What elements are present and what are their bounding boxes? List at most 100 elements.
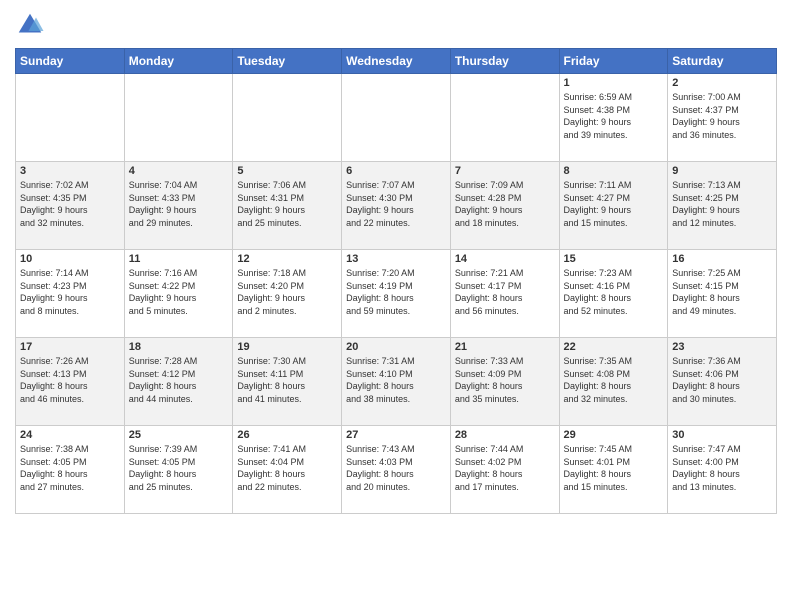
day-number: 18 [129, 341, 229, 353]
day-number: 2 [672, 77, 772, 89]
calendar-week-row: 3Sunrise: 7:02 AM Sunset: 4:35 PM Daylig… [16, 162, 777, 250]
day-number: 3 [20, 165, 120, 177]
day-info: Sunrise: 7:41 AM Sunset: 4:04 PM Dayligh… [237, 443, 337, 493]
day-info: Sunrise: 7:25 AM Sunset: 4:15 PM Dayligh… [672, 267, 772, 317]
calendar-cell: 23 Sunrise: 7:36 AM Sunset: 4:06 PM Dayli… [668, 338, 777, 426]
calendar-cell: 5 Sunrise: 7:06 AM Sunset: 4:31 PM Daylig… [233, 162, 342, 250]
day-number: 27 [346, 429, 446, 441]
day-number: 1 [564, 77, 664, 89]
day-info: Sunrise: 7:28 AM Sunset: 4:12 PM Dayligh… [129, 355, 229, 405]
calendar-cell: 27 Sunrise: 7:43 AM Sunset: 4:03 PM Dayli… [342, 426, 451, 514]
day-info: Sunrise: 7:31 AM Sunset: 4:10 PM Dayligh… [346, 355, 446, 405]
page: SundayMondayTuesdayWednesdayThursdayFrid… [0, 0, 792, 612]
day-info: Sunrise: 7:38 AM Sunset: 4:05 PM Dayligh… [20, 443, 120, 493]
day-number: 7 [455, 165, 555, 177]
day-number: 11 [129, 253, 229, 265]
day-info: Sunrise: 7:00 AM Sunset: 4:37 PM Dayligh… [672, 91, 772, 141]
day-info: Sunrise: 7:16 AM Sunset: 4:22 PM Dayligh… [129, 267, 229, 317]
calendar-cell: 26Sunrise: 7:41 AM Sunset: 4:04 PM Dayli… [233, 426, 342, 514]
day-info: Sunrise: 7:44 AM Sunset: 4:02 PM Dayligh… [455, 443, 555, 493]
calendar-cell: 18 Sunrise: 7:28 AM Sunset: 4:12 PM Dayli… [124, 338, 233, 426]
calendar-cell [450, 74, 559, 162]
day-info: Sunrise: 7:18 AM Sunset: 4:20 PM Dayligh… [237, 267, 337, 317]
calendar-cell: 24 Sunrise: 7:38 AM Sunset: 4:05 PM Dayli… [16, 426, 125, 514]
day-number: 23 [672, 341, 772, 353]
calendar-cell: 14 Sunrise: 7:21 AM Sunset: 4:17 PM Dayli… [450, 250, 559, 338]
calendar-cell: 6 Sunrise: 7:07 AM Sunset: 4:30 PM Daylig… [342, 162, 451, 250]
day-number: 20 [346, 341, 446, 353]
day-number: 6 [346, 165, 446, 177]
calendar-cell: 19 Sunrise: 7:30 AM Sunset: 4:11 PM Dayli… [233, 338, 342, 426]
calendar-cell: 9 Sunrise: 7:13 AM Sunset: 4:25 PM Daylig… [668, 162, 777, 250]
day-info: Sunrise: 7:14 AM Sunset: 4:23 PM Dayligh… [20, 267, 120, 317]
calendar-cell: 16 Sunrise: 7:25 AM Sunset: 4:15 PM Dayli… [668, 250, 777, 338]
calendar-cell [233, 74, 342, 162]
day-number: 9 [672, 165, 772, 177]
calendar-cell [342, 74, 451, 162]
day-number: 21 [455, 341, 555, 353]
calendar-day-header: Thursday [450, 49, 559, 74]
calendar-cell: 28 Sunrise: 7:44 AM Sunset: 4:02 PM Dayli… [450, 426, 559, 514]
day-number: 29 [564, 429, 664, 441]
day-info: Sunrise: 7:11 AM Sunset: 4:27 PM Dayligh… [564, 179, 664, 229]
calendar-day-header: Sunday [16, 49, 125, 74]
day-info: Sunrise: 7:06 AM Sunset: 4:31 PM Dayligh… [237, 179, 337, 229]
day-info: Sunrise: 7:35 AM Sunset: 4:08 PM Dayligh… [564, 355, 664, 405]
day-info: Sunrise: 7:26 AM Sunset: 4:13 PM Dayligh… [20, 355, 120, 405]
calendar-day-header: Tuesday [233, 49, 342, 74]
calendar-day-header: Saturday [668, 49, 777, 74]
day-info: Sunrise: 7:36 AM Sunset: 4:06 PM Dayligh… [672, 355, 772, 405]
day-number: 17 [20, 341, 120, 353]
calendar-cell: 11 Sunrise: 7:16 AM Sunset: 4:22 PM Dayli… [124, 250, 233, 338]
calendar-cell: 22Sunrise: 7:35 AM Sunset: 4:08 PM Dayli… [559, 338, 668, 426]
day-info: Sunrise: 7:13 AM Sunset: 4:25 PM Dayligh… [672, 179, 772, 229]
day-info: Sunrise: 7:43 AM Sunset: 4:03 PM Dayligh… [346, 443, 446, 493]
day-info: Sunrise: 7:21 AM Sunset: 4:17 PM Dayligh… [455, 267, 555, 317]
calendar-cell: 10 Sunrise: 7:14 AM Sunset: 4:23 PM Dayli… [16, 250, 125, 338]
logo-icon [15, 10, 45, 40]
calendar-cell: 1 Sunrise: 6:59 AM Sunset: 4:38 PM Daylig… [559, 74, 668, 162]
day-number: 4 [129, 165, 229, 177]
calendar-cell: 15 Sunrise: 7:23 AM Sunset: 4:16 PM Dayli… [559, 250, 668, 338]
calendar-header-row: SundayMondayTuesdayWednesdayThursdayFrid… [16, 49, 777, 74]
day-info: Sunrise: 7:47 AM Sunset: 4:00 PM Dayligh… [672, 443, 772, 493]
day-number: 5 [237, 165, 337, 177]
day-number: 19 [237, 341, 337, 353]
calendar-day-header: Monday [124, 49, 233, 74]
day-number: 8 [564, 165, 664, 177]
calendar-cell [124, 74, 233, 162]
day-number: 30 [672, 429, 772, 441]
calendar-cell [16, 74, 125, 162]
day-number: 14 [455, 253, 555, 265]
calendar-cell: 12Sunrise: 7:18 AM Sunset: 4:20 PM Dayli… [233, 250, 342, 338]
calendar-cell: 17 Sunrise: 7:26 AM Sunset: 4:13 PM Dayli… [16, 338, 125, 426]
day-number: 28 [455, 429, 555, 441]
day-number: 10 [20, 253, 120, 265]
day-info: Sunrise: 6:59 AM Sunset: 4:38 PM Dayligh… [564, 91, 664, 141]
day-info: Sunrise: 7:04 AM Sunset: 4:33 PM Dayligh… [129, 179, 229, 229]
day-info: Sunrise: 7:30 AM Sunset: 4:11 PM Dayligh… [237, 355, 337, 405]
calendar-cell: 4 Sunrise: 7:04 AM Sunset: 4:33 PM Daylig… [124, 162, 233, 250]
calendar-week-row: 1 Sunrise: 6:59 AM Sunset: 4:38 PM Daylig… [16, 74, 777, 162]
calendar-cell: 29Sunrise: 7:45 AM Sunset: 4:01 PM Dayli… [559, 426, 668, 514]
day-number: 16 [672, 253, 772, 265]
day-number: 13 [346, 253, 446, 265]
calendar-cell: 13Sunrise: 7:20 AM Sunset: 4:19 PM Dayli… [342, 250, 451, 338]
day-info: Sunrise: 7:39 AM Sunset: 4:05 PM Dayligh… [129, 443, 229, 493]
calendar-week-row: 17 Sunrise: 7:26 AM Sunset: 4:13 PM Dayli… [16, 338, 777, 426]
calendar-week-row: 10 Sunrise: 7:14 AM Sunset: 4:23 PM Dayli… [16, 250, 777, 338]
day-number: 25 [129, 429, 229, 441]
calendar-cell: 7 Sunrise: 7:09 AM Sunset: 4:28 PM Daylig… [450, 162, 559, 250]
header [15, 10, 777, 40]
calendar-cell: 25 Sunrise: 7:39 AM Sunset: 4:05 PM Dayli… [124, 426, 233, 514]
calendar-cell: 20 Sunrise: 7:31 AM Sunset: 4:10 PM Dayli… [342, 338, 451, 426]
day-info: Sunrise: 7:07 AM Sunset: 4:30 PM Dayligh… [346, 179, 446, 229]
calendar-cell: 3Sunrise: 7:02 AM Sunset: 4:35 PM Daylig… [16, 162, 125, 250]
calendar-day-header: Wednesday [342, 49, 451, 74]
calendar: SundayMondayTuesdayWednesdayThursdayFrid… [15, 48, 777, 514]
day-number: 24 [20, 429, 120, 441]
day-info: Sunrise: 7:09 AM Sunset: 4:28 PM Dayligh… [455, 179, 555, 229]
day-info: Sunrise: 7:23 AM Sunset: 4:16 PM Dayligh… [564, 267, 664, 317]
day-number: 15 [564, 253, 664, 265]
calendar-cell: 21Sunrise: 7:33 AM Sunset: 4:09 PM Dayli… [450, 338, 559, 426]
